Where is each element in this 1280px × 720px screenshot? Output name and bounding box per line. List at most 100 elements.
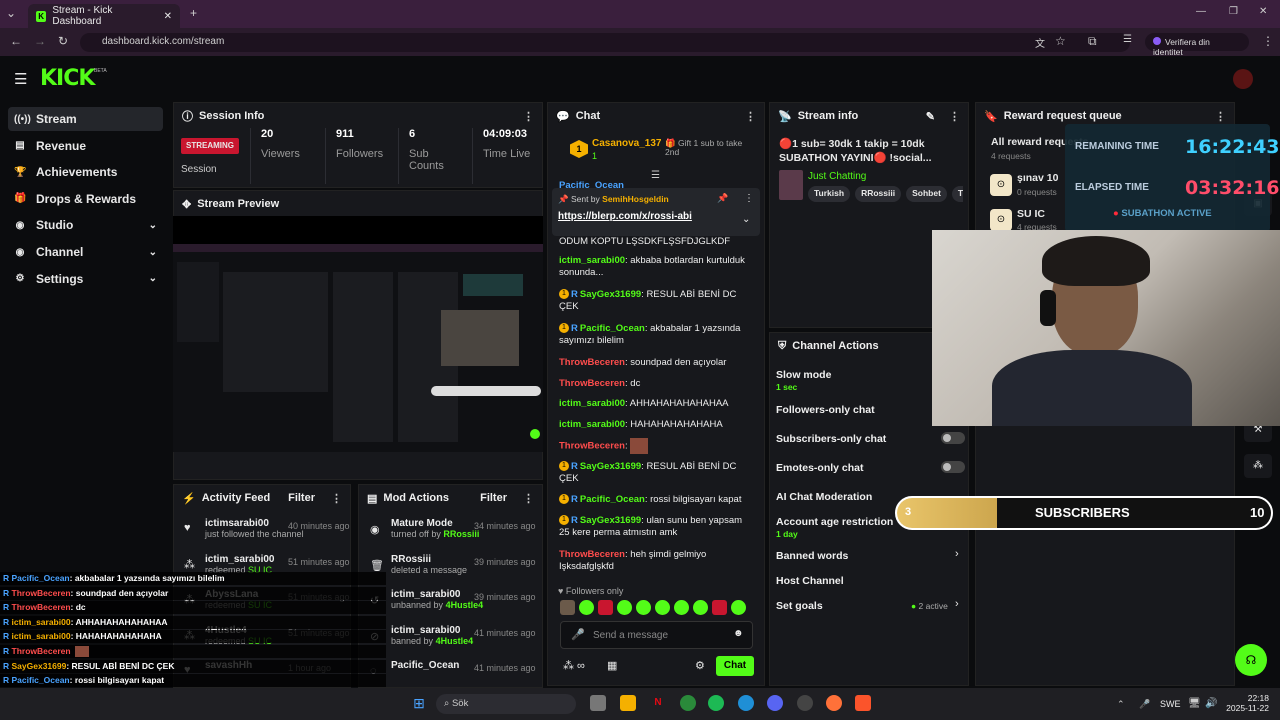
emote-icon[interactable] xyxy=(617,600,632,615)
mod-action-item[interactable]: Pacific_Ocean xyxy=(391,660,459,671)
points-icon[interactable]: ⁂ xyxy=(1244,454,1272,478)
category-name[interactable]: Just Chatting xyxy=(808,171,866,182)
windows-start-icon[interactable]: ⊞ xyxy=(411,695,427,711)
discord-icon[interactable] xyxy=(767,695,783,711)
url-input[interactable]: dashboard.kick.com/stream xyxy=(80,33,1130,52)
stream-tag[interactable]: Türk xyxy=(951,186,963,202)
chevron-down-icon[interactable]: ⌄ xyxy=(149,247,157,258)
mod-more-icon[interactable]: ⋮ xyxy=(523,492,534,505)
chevron-down-icon[interactable]: ⌄ xyxy=(149,273,157,284)
emote-icon[interactable] xyxy=(712,600,727,615)
followers-only-row[interactable]: Followers-only chat xyxy=(776,404,875,416)
obs-icon[interactable] xyxy=(797,695,813,711)
chat-username[interactable]: SayGex31699 xyxy=(580,461,641,472)
chat-settings-icon[interactable]: ⚙ xyxy=(695,659,705,672)
emote-icon[interactable] xyxy=(560,600,575,615)
chat-filter-icon[interactable]: ☰ xyxy=(651,170,660,181)
emote-icon[interactable] xyxy=(598,600,613,615)
taskbar-clock[interactable]: 22:18 2025-11-22 xyxy=(1225,693,1269,713)
chat-username[interactable]: ThrowBeceren xyxy=(559,549,625,560)
activity-filter-button[interactable]: Filter xyxy=(288,492,315,504)
sidebar-item-channel[interactable]: ◉ Channel ⌄ xyxy=(8,240,163,264)
emote-icon[interactable] xyxy=(693,600,708,615)
activity-more-icon[interactable]: ⋮ xyxy=(331,492,342,505)
banned-words-row[interactable]: Banned words xyxy=(776,550,848,562)
chat-username[interactable]: ThrowBeceren xyxy=(559,441,625,452)
bookmark-star-icon[interactable]: ☆ xyxy=(1055,34,1066,48)
profile-button[interactable]: Verifiera din identitet xyxy=(1145,33,1249,57)
mod-action-item[interactable]: ictim_sarabi00 banned by 4Hustle4 xyxy=(391,625,473,646)
mod-action-item[interactable]: ictim_sarabi00 unbanned by 4Hustle4 xyxy=(391,589,483,610)
taskbar-search[interactable]: ⌕ Sök xyxy=(436,694,576,714)
chevron-right-icon[interactable]: › xyxy=(955,548,959,560)
reading-list-icon[interactable]: ☰ xyxy=(1123,34,1132,45)
stream-tag[interactable]: Turkish xyxy=(808,186,851,202)
chat-more-icon[interactable]: ⋮ xyxy=(745,110,756,123)
chat-username[interactable]: ThrowBeceren xyxy=(559,378,625,389)
store-icon[interactable]: ▦ xyxy=(607,659,617,672)
edge-icon[interactable] xyxy=(738,695,754,711)
sidebar-item-settings[interactable]: ⚙ Settings ⌄ xyxy=(8,267,163,291)
edit-icon[interactable]: ✎ xyxy=(926,110,935,123)
sidebar-item-achievements[interactable]: 🏆 Achievements xyxy=(8,160,163,184)
spotify-icon[interactable] xyxy=(708,695,724,711)
volume-icon[interactable]: 🔊 xyxy=(1205,698,1217,709)
microphone-icon[interactable]: 🎤 xyxy=(571,628,585,641)
pinned-by-user[interactable]: SemihHosgeldin xyxy=(602,194,669,204)
chat-username[interactable]: Pacific_Ocean xyxy=(580,323,645,334)
minimize-icon[interactable]: — xyxy=(1196,6,1206,17)
stream-tag[interactable]: RRossiii xyxy=(855,186,902,202)
emote-icon[interactable] xyxy=(655,600,670,615)
ai-moderation-row[interactable]: AI Chat Moderation xyxy=(776,491,872,503)
channel-points-icon[interactable]: ⁂ ∞ xyxy=(563,659,585,672)
emotes-only-toggle[interactable] xyxy=(941,461,965,473)
message-input[interactable]: 🎤 Send a message ☻ xyxy=(560,621,753,649)
stream-preview-video[interactable] xyxy=(173,244,543,452)
kick-logo[interactable]: KICK xyxy=(40,66,95,91)
chevron-down-icon[interactable]: ⌄ xyxy=(742,214,750,225)
tray-chevron-icon[interactable]: ⌃ xyxy=(1117,699,1125,710)
subscribers-only-toggle[interactable] xyxy=(941,432,965,444)
reward-item-name[interactable]: şınav 10 xyxy=(1017,172,1058,184)
more-options-icon[interactable]: ⋮ xyxy=(523,110,534,123)
user-avatar[interactable] xyxy=(1233,69,1253,89)
help-chat-icon[interactable]: ☊ xyxy=(1235,644,1267,676)
slow-mode-row[interactable]: Slow mode 1 sec xyxy=(776,369,831,393)
network-icon[interactable]: 🖥 xyxy=(1188,698,1201,709)
hamburger-menu-icon[interactable]: ☰ xyxy=(14,70,27,88)
account-age-row[interactable]: Account age restriction 1 day xyxy=(776,516,893,540)
emote-icon[interactable] xyxy=(579,600,594,615)
emote-icon[interactable] xyxy=(636,600,651,615)
sidebar-item-drops-rewards[interactable]: 🎁 Drops & Rewards xyxy=(8,187,163,211)
mod-filter-button[interactable]: Filter xyxy=(480,492,507,504)
netflix-icon[interactable]: N xyxy=(650,695,666,711)
back-icon[interactable]: ← xyxy=(10,34,22,48)
extensions-icon[interactable]: ⧉ xyxy=(1088,34,1097,49)
emotes-only-row[interactable]: Emotes-only chat xyxy=(776,462,864,474)
chat-username[interactable]: Pacific_Ocean xyxy=(580,494,645,505)
tab-search-icon[interactable]: ⌄ xyxy=(6,6,16,20)
firefox-icon[interactable] xyxy=(826,695,842,711)
send-chat-button[interactable]: Chat xyxy=(716,656,754,676)
unpin-icon[interactable]: 📌 xyxy=(717,193,728,204)
sidebar-item-studio[interactable]: ◉ Studio ⌄ xyxy=(8,213,163,237)
translate-icon[interactable]: 文 xyxy=(1035,35,1045,50)
task-view-icon[interactable] xyxy=(590,695,606,711)
chevron-down-icon[interactable]: ⌄ xyxy=(149,220,157,231)
reward-item-name[interactable]: SU IC xyxy=(1017,208,1045,220)
browser-tab[interactable]: K Stream - Kick Dashboard ✕ xyxy=(28,4,180,28)
gift-leader-name[interactable]: Casanova_137 xyxy=(592,138,662,149)
close-tab-icon[interactable]: ✕ xyxy=(164,11,172,22)
chevron-right-icon[interactable]: › xyxy=(955,598,959,610)
pinned-more-icon[interactable]: ⋮ xyxy=(744,193,754,204)
chat-username[interactable]: ictim_sarabi00 xyxy=(559,255,625,266)
language-indicator[interactable]: SWE xyxy=(1160,699,1181,709)
forward-icon[interactable]: → xyxy=(34,34,46,48)
reload-icon[interactable]: ↻ xyxy=(58,34,68,48)
category-thumbnail[interactable] xyxy=(779,170,803,200)
microphone-tray-icon[interactable]: 🎤 xyxy=(1139,699,1150,710)
emoji-icon[interactable]: ☻ xyxy=(733,628,744,639)
chat-username[interactable]: SayGex31699 xyxy=(580,289,641,300)
host-channel-row[interactable]: Host Channel xyxy=(776,575,844,587)
mod-action-item[interactable]: RRossiii deleted a message xyxy=(391,554,467,575)
